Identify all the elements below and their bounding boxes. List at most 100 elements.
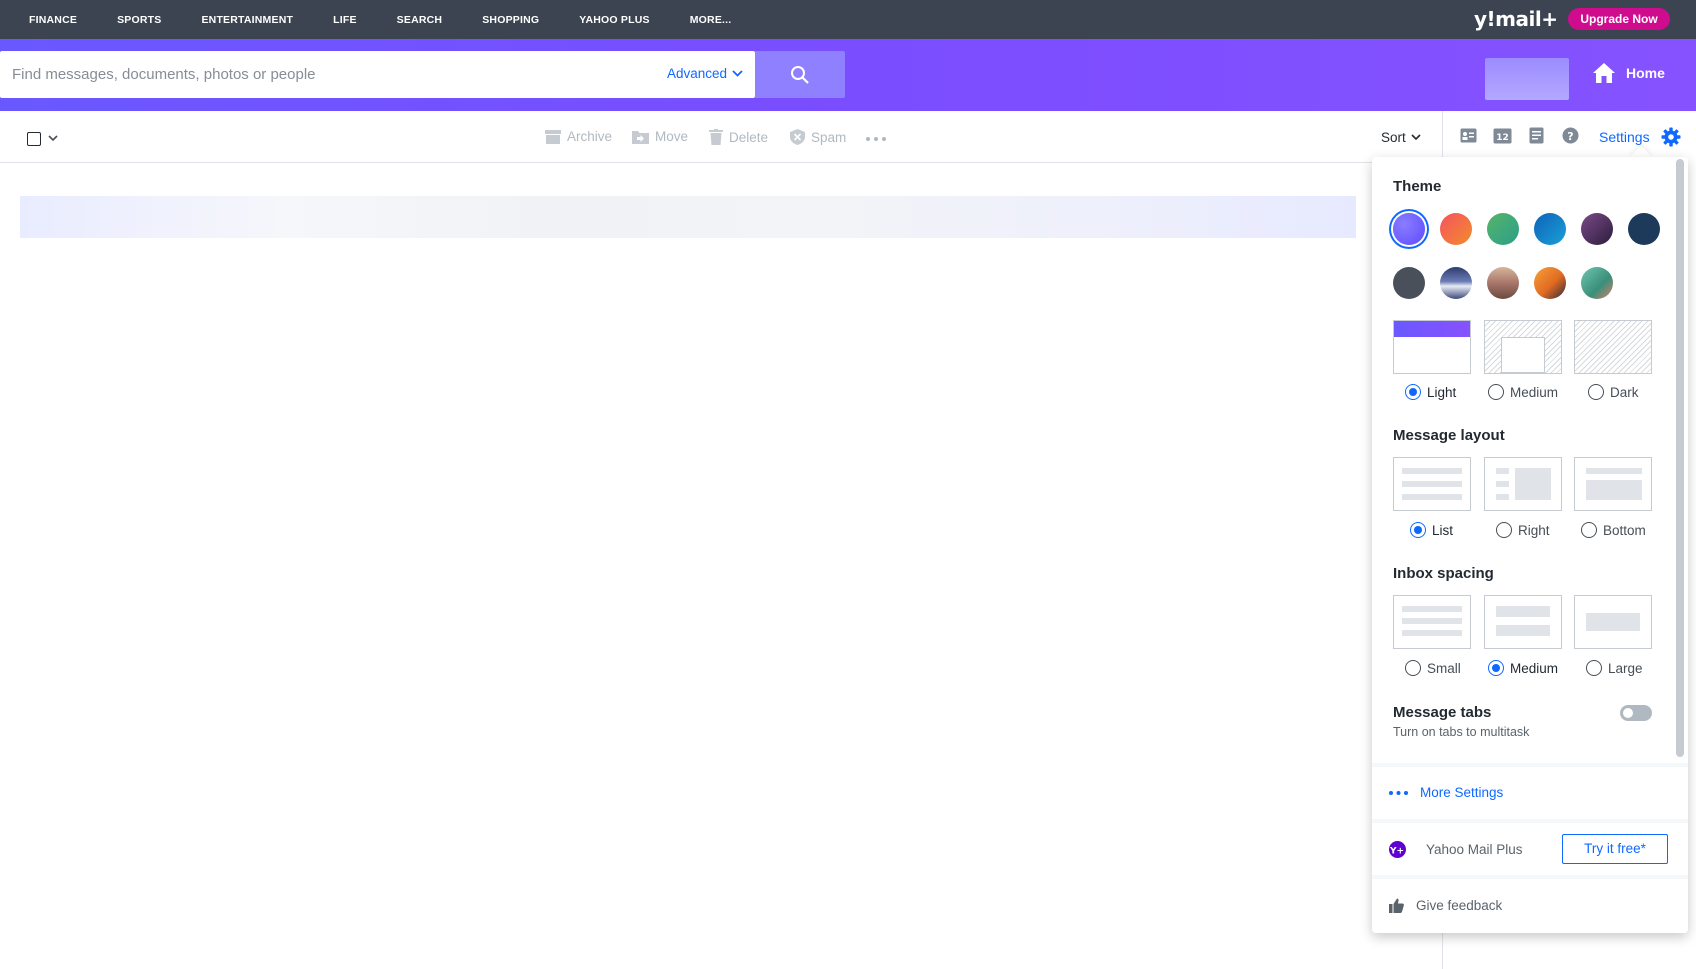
radio-dot: [1586, 660, 1602, 676]
spacing-medium-preview[interactable]: [1484, 595, 1562, 649]
gear-icon[interactable]: [1661, 127, 1681, 147]
select-all-checkbox[interactable]: [27, 132, 41, 146]
delete-label: Delete: [729, 129, 769, 145]
chevron-down-icon[interactable]: [48, 131, 58, 145]
theme-swatch-ocean[interactable]: [1534, 213, 1566, 245]
calendar-icon[interactable]: 12: [1493, 127, 1512, 144]
sort-label: Sort: [1381, 130, 1406, 145]
account-avatar[interactable]: [1485, 58, 1569, 100]
preview-content: [1501, 337, 1545, 373]
inbox-spacing-title: Inbox spacing: [1393, 565, 1494, 582]
radio-dot: [1588, 384, 1604, 400]
nav-link-entertainment[interactable]: ENTERTAINMENT: [201, 14, 293, 26]
sort-button[interactable]: Sort: [1381, 130, 1421, 145]
search-input[interactable]: [0, 51, 640, 98]
contacts-icon[interactable]: [1460, 127, 1477, 144]
theme-swatch-sunset[interactable]: [1440, 213, 1472, 245]
archive-button[interactable]: Archive: [545, 129, 612, 144]
trash-icon: [709, 129, 723, 145]
layout-right-preview[interactable]: [1484, 457, 1562, 511]
preview-pane: [1586, 480, 1642, 500]
yahoo-mail-logo[interactable]: y!mail+: [1474, 7, 1558, 31]
theme-swatch-purple[interactable]: [1393, 213, 1425, 245]
theme-mode-dark-radio[interactable]: Dark: [1588, 384, 1639, 400]
advanced-label: Advanced: [667, 66, 728, 81]
help-icon[interactable]: ?: [1562, 127, 1579, 144]
advanced-search-button[interactable]: Advanced: [667, 66, 743, 81]
move-button[interactable]: Move: [632, 129, 688, 144]
layout-right-label: Right: [1518, 522, 1550, 538]
nav-link-finance[interactable]: FINANCE: [29, 14, 77, 26]
upgrade-now-button[interactable]: Upgrade Now: [1568, 8, 1670, 30]
spacing-large-preview[interactable]: [1574, 595, 1652, 649]
preview-bar: [1496, 494, 1509, 500]
search-box: Advanced: [0, 51, 755, 98]
preview-pane: [1515, 468, 1551, 500]
nav-link-yahoo-plus[interactable]: YAHOO PLUS: [579, 14, 649, 26]
spacing-small-radio[interactable]: Small: [1405, 660, 1461, 676]
theme-title: Theme: [1393, 178, 1442, 195]
give-feedback-link[interactable]: Give feedback: [1372, 879, 1688, 933]
message-tabs-toggle[interactable]: [1620, 705, 1652, 721]
layout-right-radio[interactable]: Right: [1496, 522, 1550, 538]
nav-link-shopping[interactable]: SHOPPING: [482, 14, 539, 26]
theme-swatch-gray[interactable]: [1393, 267, 1425, 299]
more-settings-label: More Settings: [1420, 785, 1504, 800]
message-tabs-title: Message tabs: [1393, 704, 1492, 721]
message-toolbar: Archive Move Delete Spam Sort: [0, 111, 1442, 163]
theme-swatch-photo-sunset[interactable]: [1534, 267, 1566, 299]
give-feedback-label: Give feedback: [1416, 898, 1503, 913]
theme-swatch-navy[interactable]: [1628, 213, 1660, 245]
layout-list-preview[interactable]: [1393, 457, 1471, 511]
theme-swatch-photo-tropical[interactable]: [1581, 267, 1613, 299]
settings-button[interactable]: Settings: [1599, 129, 1650, 145]
spacing-medium-label: Medium: [1510, 660, 1559, 676]
settings-panel: Theme Light Medium Dark Message layout L…: [1372, 157, 1688, 933]
search-button[interactable]: [755, 51, 845, 98]
preview-bar: [1402, 494, 1462, 500]
delete-button[interactable]: Delete: [709, 129, 768, 145]
layout-bottom-radio[interactable]: Bottom: [1581, 522, 1646, 538]
panel-scrollbar[interactable]: [1676, 159, 1684, 757]
radio-dot: [1496, 522, 1512, 538]
nav-link-more[interactable]: MORE...: [690, 14, 732, 26]
spam-button[interactable]: Spam: [790, 129, 846, 145]
nav-link-sports[interactable]: SPORTS: [117, 14, 161, 26]
try-it-free-button[interactable]: Try it free*: [1562, 834, 1668, 864]
theme-mode-light-preview[interactable]: [1393, 320, 1471, 374]
nav-link-search[interactable]: SEARCH: [397, 14, 443, 26]
nav-link-life[interactable]: LIFE: [333, 14, 357, 26]
theme-mode-dark-label: Dark: [1610, 384, 1639, 400]
more-actions-button[interactable]: [866, 137, 892, 141]
spacing-large-radio[interactable]: Large: [1586, 660, 1643, 676]
home-icon: [1593, 63, 1615, 83]
message-list-loading: [20, 196, 1356, 238]
preview-bar: [1586, 468, 1642, 474]
message-layout-title: Message layout: [1393, 427, 1505, 444]
theme-mode-light-radio[interactable]: Light: [1405, 384, 1456, 400]
shield-icon: [790, 129, 805, 145]
preview-header: [1394, 321, 1470, 337]
layout-list-radio[interactable]: List: [1410, 522, 1453, 538]
preview-bar: [1586, 613, 1640, 631]
search-icon: [791, 65, 809, 84]
layout-bottom-preview[interactable]: [1574, 457, 1652, 511]
theme-swatch-green[interactable]: [1487, 213, 1519, 245]
spam-label: Spam: [811, 129, 847, 145]
theme-swatch-photo-winter[interactable]: [1440, 267, 1472, 299]
more-settings-link[interactable]: More Settings: [1372, 767, 1688, 819]
svg-text:?: ?: [1567, 130, 1573, 143]
folder-move-icon: [632, 130, 649, 144]
home-label: Home: [1626, 65, 1665, 81]
theme-mode-dark-preview[interactable]: [1574, 320, 1652, 374]
theme-mode-medium-radio[interactable]: Medium: [1488, 384, 1558, 400]
home-button[interactable]: Home: [1592, 62, 1665, 84]
spacing-small-preview[interactable]: [1393, 595, 1471, 649]
theme-swatch-photo-desert[interactable]: [1487, 267, 1519, 299]
theme-mode-light-label: Light: [1427, 384, 1457, 400]
preview-bar: [1496, 481, 1509, 487]
notepad-icon[interactable]: [1529, 127, 1544, 144]
spacing-medium-radio[interactable]: Medium: [1488, 660, 1558, 676]
theme-swatch-plum[interactable]: [1581, 213, 1613, 245]
theme-mode-medium-preview[interactable]: [1484, 320, 1562, 374]
